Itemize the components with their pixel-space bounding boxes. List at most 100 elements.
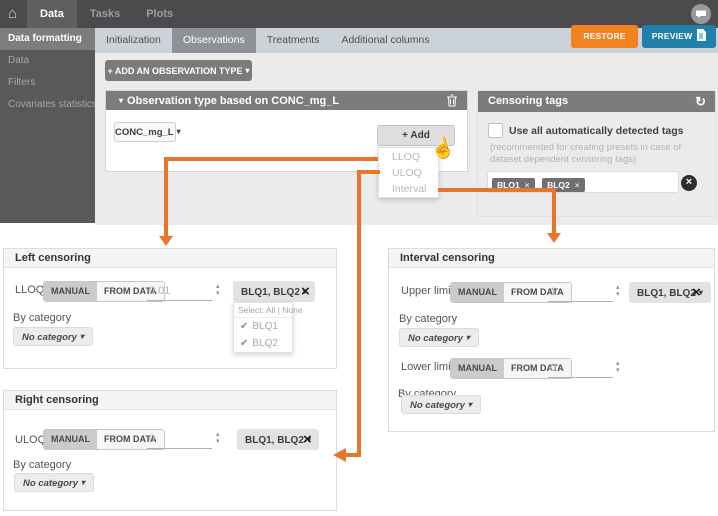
top-navbar: ⌂ Data Tasks Plots (0, 0, 718, 28)
app-window: ⌂ Data Tasks Plots Data formatting Data … (0, 0, 718, 516)
spinner-up-icon[interactable]: ▴ (216, 431, 220, 438)
preview-button-label: PREVIEW (652, 31, 693, 41)
tag-pill-label: BLQ1 (497, 180, 520, 190)
remove-tag-icon[interactable]: × (525, 180, 530, 190)
upper-limit-tags-label: BLQ1, BLQ2 (637, 288, 696, 299)
tag-pill-label: BLQ2 (547, 180, 570, 190)
sidebar-item-data-formatting[interactable]: Data formatting (0, 28, 95, 50)
upper-limit-stepper[interactable]: ▴ ▾ (616, 284, 620, 298)
tags-menu-option-blq2[interactable]: ✔BLQ2 (234, 335, 292, 352)
category-dropdown[interactable]: No category▾ (401, 395, 481, 414)
lloq-tags-label: BLQ1, BLQ2 (241, 287, 300, 298)
clear-tags-button[interactable]: × (681, 175, 697, 191)
delete-observation-button[interactable] (446, 94, 458, 114)
censoring-tags-header: Censoring tags ↻ (478, 91, 715, 112)
manual-button[interactable]: MANUAL (44, 282, 97, 301)
category-label: No category (408, 333, 463, 344)
add-observation-type-button[interactable]: + ADD AN OBSERVATION TYPE ▾ (105, 60, 252, 81)
tab-additional-columns[interactable]: Additional columns (330, 28, 440, 53)
spinner-up-icon[interactable]: ▴ (616, 284, 620, 291)
observation-type-header[interactable]: ▾ Observation type based on CONC_mg_L (106, 91, 467, 110)
collapse-icon: ▾ (119, 96, 123, 105)
document-icon (696, 29, 706, 41)
chevron-down-icon: ▾ (466, 333, 470, 342)
check-icon: ✔ (240, 321, 248, 332)
by-category-label: By category (13, 312, 71, 324)
lower-limit-input[interactable] (548, 359, 613, 378)
uloq-value-input[interactable] (147, 430, 212, 449)
censoring-tags-note: (recommended for creating presets in cas… (490, 142, 706, 167)
upper-limit-label: Upper limit (401, 285, 454, 297)
upper-limit-input[interactable] (548, 283, 613, 302)
censoring-tags-title: Censoring tags (488, 95, 568, 107)
menu-item-lloq[interactable]: LLOQ (379, 149, 438, 165)
sidebar: Data formatting Data Filters Covariates … (0, 28, 95, 223)
chevron-down-icon: ▾ (81, 478, 85, 487)
sidebar-item-covariates-statistics[interactable]: Covariates statistics (0, 94, 95, 116)
nav-tab-plots[interactable]: Plots (133, 0, 186, 28)
add-observation-type-label: + ADD AN OBSERVATION TYPE (107, 66, 242, 76)
spinner-down-icon[interactable]: ▾ (216, 438, 220, 445)
spinner-up-icon[interactable]: ▴ (616, 360, 620, 367)
lower-limit-stepper[interactable]: ▴ ▾ (616, 360, 620, 374)
tags-menu-option-blq1[interactable]: ✔ BLQ1 (234, 318, 292, 335)
use-detected-tags-checkbox[interactable] (488, 123, 503, 138)
chevron-down-icon: ▾ (246, 66, 250, 75)
tag-pill[interactable]: BLQ2 × (542, 178, 585, 192)
home-icon[interactable]: ⌂ (8, 0, 17, 28)
censoring-tags-input[interactable]: BLQ1 × BLQ2 × (487, 171, 679, 193)
preview-button[interactable]: PREVIEW (642, 25, 716, 48)
right-censoring-title: Right censoring (4, 391, 336, 410)
tab-observations[interactable]: Observations (172, 28, 256, 53)
sidebar-item-data[interactable]: Data (0, 50, 95, 72)
tag-pill[interactable]: BLQ1 × (492, 178, 535, 192)
lloq-value-stepper[interactable]: ▴ ▾ (216, 283, 220, 297)
refresh-icon[interactable]: ↻ (695, 91, 706, 112)
manual-button[interactable]: MANUAL (44, 430, 97, 449)
lloq-label: LLOQ (15, 284, 44, 296)
uloq-value-stepper[interactable]: ▴ ▾ (216, 431, 220, 445)
by-category-label: By category (13, 459, 71, 471)
lower-limit-label: Lower limit (401, 361, 454, 373)
uloq-tags-label: BLQ1, BLQ2 (245, 435, 304, 446)
arrowhead-down-icon (547, 233, 561, 243)
sidebar-item-filters[interactable]: Filters (0, 72, 95, 94)
menu-item-uloq[interactable]: ULOQ (379, 165, 438, 181)
lloq-value-input[interactable] (147, 282, 212, 301)
menu-item-interval[interactable]: Interval (379, 181, 438, 197)
manual-button[interactable]: MANUAL (451, 283, 504, 302)
spinner-up-icon[interactable]: ▴ (216, 283, 220, 290)
nav-tab-tasks[interactable]: Tasks (77, 0, 133, 28)
left-censoring-title: Left censoring (4, 249, 336, 268)
spinner-down-icon[interactable]: ▾ (616, 367, 620, 374)
option-label: BLQ1 (252, 321, 278, 332)
tab-initialization[interactable]: Initialization (95, 28, 172, 53)
close-icon: × (686, 176, 692, 188)
check-icon: ✔ (240, 338, 248, 349)
category-label: No category (22, 332, 77, 343)
remove-uloq-button[interactable]: × (303, 433, 312, 447)
select-all-none-links[interactable]: All | None (266, 305, 303, 315)
tab-treatments[interactable]: Treatments (256, 28, 331, 53)
category-dropdown[interactable]: No category▾ (399, 328, 479, 347)
category-label: No category (410, 400, 465, 411)
spinner-down-icon[interactable]: ▾ (216, 290, 220, 297)
remove-interval-button[interactable]: × (692, 286, 701, 300)
remove-lloq-button[interactable]: × (301, 285, 310, 299)
restore-data-button[interactable]: RESTORE DATA (571, 25, 638, 48)
category-dropdown[interactable]: No category▾ (13, 327, 93, 346)
category-dropdown[interactable]: No category▾ (14, 473, 94, 492)
observation-column-dropdown[interactable]: CONC_mg_L▾ (114, 122, 176, 142)
lloq-tags-menu: Select: All | None ✔ BLQ1 ✔BLQ2 (233, 302, 293, 353)
observation-type-title: Observation type based on CONC_mg_L (127, 95, 339, 107)
by-category-label: By category (399, 313, 457, 325)
tags-menu-select-row: Select: All | None (234, 303, 292, 318)
nav-tab-data[interactable]: Data (27, 0, 77, 28)
interval-censoring-title: Interval censoring (389, 249, 714, 268)
manual-button[interactable]: MANUAL (451, 359, 504, 378)
chevron-down-icon: ▾ (80, 332, 84, 341)
feedback-bubble-icon[interactable] (691, 4, 711, 24)
remove-tag-icon[interactable]: × (575, 180, 580, 190)
observation-column-label: CONC_mg_L (115, 127, 174, 138)
spinner-down-icon[interactable]: ▾ (616, 291, 620, 298)
